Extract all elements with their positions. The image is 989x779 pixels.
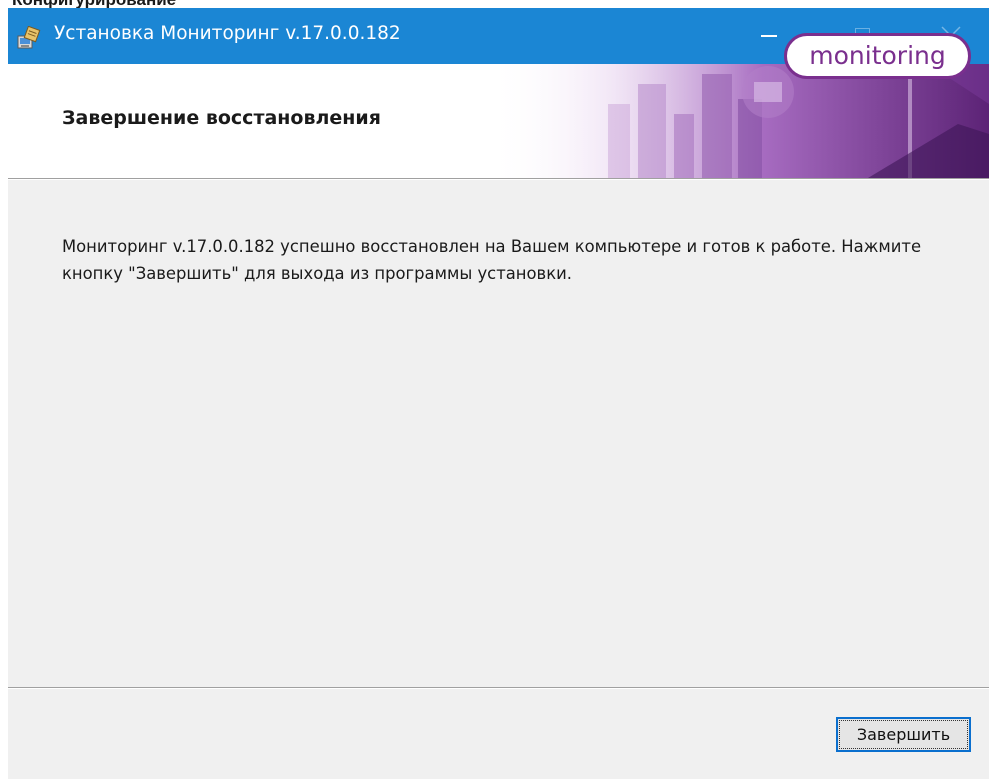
finish-button-label: Завершить bbox=[856, 725, 951, 744]
dialog-header: Завершение восстановления bbox=[8, 64, 989, 178]
cropped-text: Конфигурирование bbox=[12, 0, 176, 8]
finish-button[interactable]: Завершить bbox=[836, 717, 971, 752]
installer-window: Установка Мониторинг v.17.0.0.182 Заверш… bbox=[8, 8, 989, 779]
window-title: Установка Мониторинг v.17.0.0.182 bbox=[54, 23, 401, 44]
monitoring-logo: monitoring bbox=[784, 33, 971, 79]
minimize-icon bbox=[761, 35, 777, 37]
header-divider-highlight bbox=[8, 179, 989, 180]
installer-package-icon bbox=[16, 25, 42, 50]
footer-divider-highlight bbox=[8, 688, 989, 689]
logo-text: monitoring bbox=[809, 41, 946, 70]
completion-message: Мониторинг v.17.0.0.182 успешно восстано… bbox=[62, 237, 922, 283]
banner-graphic bbox=[488, 64, 989, 178]
cropped-background-text: Конфигурирование bbox=[0, 0, 989, 8]
page-title: Завершение восстановления bbox=[62, 107, 381, 129]
